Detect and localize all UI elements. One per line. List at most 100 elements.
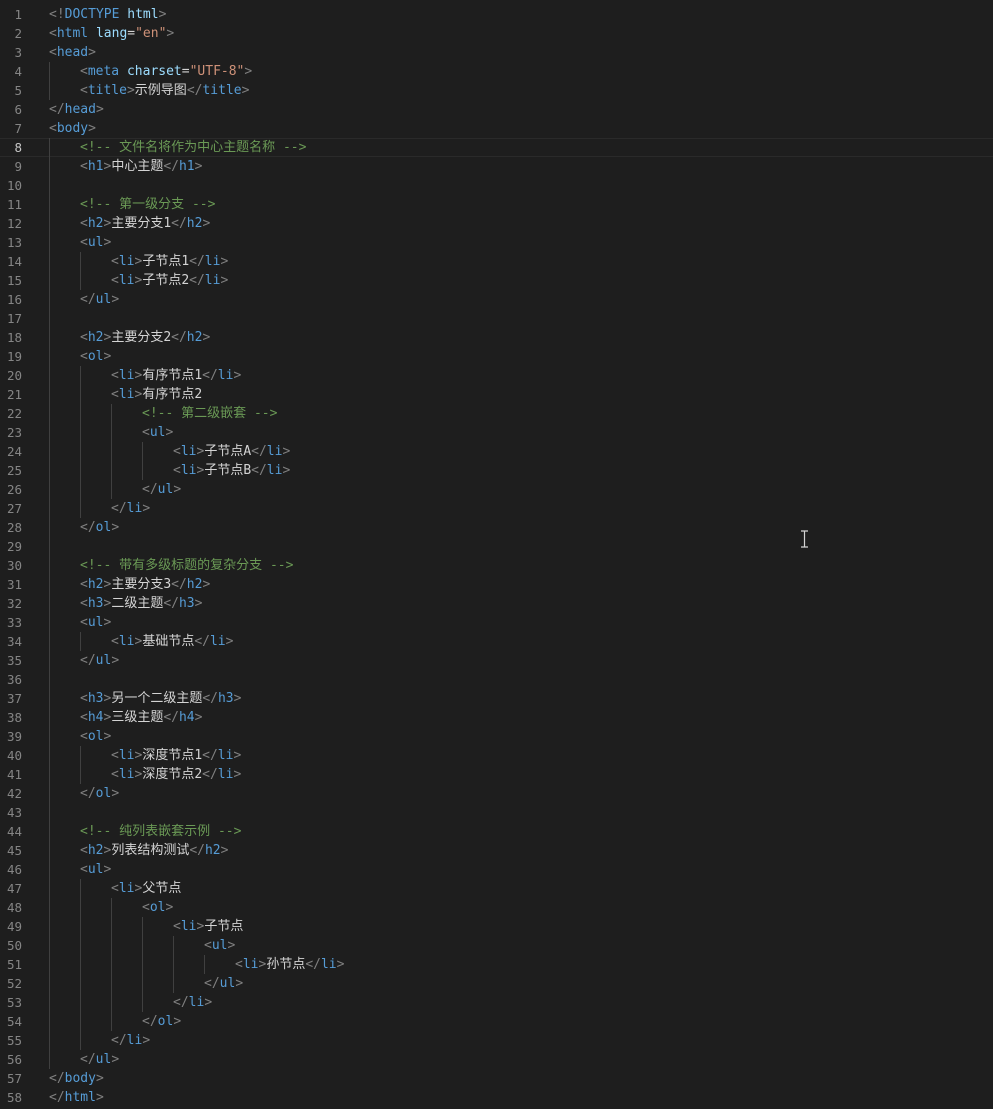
- line-code[interactable]: </ul>: [80, 1050, 119, 1069]
- line-code[interactable]: <li>子节点1</li>: [111, 252, 228, 271]
- line-code[interactable]: <h2>主要分支3</h2>: [80, 575, 210, 594]
- code-line[interactable]: 58 </html>: [0, 1088, 993, 1107]
- code-line[interactable]: 9 <h1>中心主题</h1>: [0, 157, 993, 176]
- line-code[interactable]: <h4>三级主题</h4>: [80, 708, 202, 727]
- line-code[interactable]: <h2>列表结构测试</h2>: [80, 841, 228, 860]
- code-line[interactable]: 23 <ul>: [0, 423, 993, 442]
- line-code[interactable]: </li>: [173, 993, 212, 1012]
- line-code[interactable]: <li>子节点A</li>: [173, 442, 290, 461]
- code-line[interactable]: 46 <ul>: [0, 860, 993, 879]
- line-code[interactable]: <body>: [49, 119, 96, 138]
- code-line[interactable]: 13 <ul>: [0, 233, 993, 252]
- line-code[interactable]: </ol>: [80, 784, 119, 803]
- code-line[interactable]: 4 <meta charset="UTF-8">: [0, 62, 993, 81]
- line-code[interactable]: <html lang="en">: [49, 24, 174, 43]
- line-code[interactable]: <h3>另一个二级主题</h3>: [80, 689, 241, 708]
- line-code[interactable]: <li>孙节点</li>: [235, 955, 344, 974]
- code-line[interactable]: 39 <ol>: [0, 727, 993, 746]
- code-line[interactable]: 57 </body>: [0, 1069, 993, 1088]
- code-line[interactable]: 50 <ul>: [0, 936, 993, 955]
- code-line[interactable]: 16 </ul>: [0, 290, 993, 309]
- line-code[interactable]: <!-- 纯列表嵌套示例 -->: [80, 822, 241, 841]
- code-line[interactable]: 41 <li>深度节点2</li>: [0, 765, 993, 784]
- code-line[interactable]: 5 <title>示例导图</title>: [0, 81, 993, 100]
- line-code[interactable]: </li>: [111, 499, 150, 518]
- code-line[interactable]: 3 <head>: [0, 43, 993, 62]
- line-code[interactable]: <li>有序节点1</li>: [111, 366, 241, 385]
- line-code[interactable]: <ul>: [142, 423, 173, 442]
- code-line[interactable]: 27 </li>: [0, 499, 993, 518]
- code-line[interactable]: 14 <li>子节点1</li>: [0, 252, 993, 271]
- code-line[interactable]: 7 <body>: [0, 119, 993, 138]
- code-line[interactable]: 43: [0, 803, 993, 822]
- code-line[interactable]: 17: [0, 309, 993, 328]
- code-line[interactable]: 22 <!-- 第二级嵌套 -->: [0, 404, 993, 423]
- line-code[interactable]: <!DOCTYPE html>: [49, 5, 166, 24]
- code-line[interactable]: 44 <!-- 纯列表嵌套示例 -->: [0, 822, 993, 841]
- code-line[interactable]: 21 <li>有序节点2: [0, 385, 993, 404]
- code-line[interactable]: 51 <li>孙节点</li>: [0, 955, 993, 974]
- line-code[interactable]: </ol>: [80, 518, 119, 537]
- line-code[interactable]: <li>子节点2</li>: [111, 271, 228, 290]
- line-code[interactable]: <ol>: [80, 347, 111, 366]
- code-line[interactable]: 40 <li>深度节点1</li>: [0, 746, 993, 765]
- code-line[interactable]: 8 <!-- 文件名将作为中心主题名称 -->: [0, 138, 993, 157]
- code-line[interactable]: 20 <li>有序节点1</li>: [0, 366, 993, 385]
- line-code[interactable]: <!-- 第二级嵌套 -->: [142, 404, 277, 423]
- code-line[interactable]: 18 <h2>主要分支2</h2>: [0, 328, 993, 347]
- line-code[interactable]: <ul>: [204, 936, 235, 955]
- line-code[interactable]: </ul>: [80, 290, 119, 309]
- line-code[interactable]: <ul>: [80, 860, 111, 879]
- line-code[interactable]: </body>: [49, 1069, 104, 1088]
- code-line[interactable]: 45 <h2>列表结构测试</h2>: [0, 841, 993, 860]
- code-line[interactable]: 25 <li>子节点B</li>: [0, 461, 993, 480]
- code-line[interactable]: 28 </ol>: [0, 518, 993, 537]
- code-line[interactable]: 24 <li>子节点A</li>: [0, 442, 993, 461]
- code-line[interactable]: 42 </ol>: [0, 784, 993, 803]
- line-code[interactable]: </ul>: [204, 974, 243, 993]
- code-line[interactable]: 12 <h2>主要分支1</h2>: [0, 214, 993, 233]
- code-line[interactable]: 10: [0, 176, 993, 195]
- code-line[interactable]: 1 <!DOCTYPE html>: [0, 5, 993, 24]
- code-line[interactable]: 31 <h2>主要分支3</h2>: [0, 575, 993, 594]
- line-code[interactable]: <li>父节点: [111, 879, 181, 898]
- code-line[interactable]: 36: [0, 670, 993, 689]
- line-code[interactable]: <!-- 第一级分支 -->: [80, 195, 215, 214]
- code-line[interactable]: 38 <h4>三级主题</h4>: [0, 708, 993, 727]
- line-code[interactable]: <h2>主要分支1</h2>: [80, 214, 210, 233]
- code-line[interactable]: 34 <li>基础节点</li>: [0, 632, 993, 651]
- code-line[interactable]: 26 </ul>: [0, 480, 993, 499]
- line-code[interactable]: <title>示例导图</title>: [80, 81, 249, 100]
- code-line[interactable]: 53 </li>: [0, 993, 993, 1012]
- line-code[interactable]: <ol>: [142, 898, 173, 917]
- line-code[interactable]: <ul>: [80, 233, 111, 252]
- code-line[interactable]: 15 <li>子节点2</li>: [0, 271, 993, 290]
- code-line[interactable]: 48 <ol>: [0, 898, 993, 917]
- line-code[interactable]: <h3>二级主题</h3>: [80, 594, 202, 613]
- code-line[interactable]: 32 <h3>二级主题</h3>: [0, 594, 993, 613]
- code-line[interactable]: 49 <li>子节点: [0, 917, 993, 936]
- line-code[interactable]: </head>: [49, 100, 104, 119]
- code-line[interactable]: 6 </head>: [0, 100, 993, 119]
- code-line[interactable]: 55 </li>: [0, 1031, 993, 1050]
- code-line[interactable]: 19 <ol>: [0, 347, 993, 366]
- line-code[interactable]: </ul>: [142, 480, 181, 499]
- line-code[interactable]: <li>深度节点2</li>: [111, 765, 241, 784]
- code-line[interactable]: 37 <h3>另一个二级主题</h3>: [0, 689, 993, 708]
- line-code[interactable]: <li>深度节点1</li>: [111, 746, 241, 765]
- line-code[interactable]: </ol>: [142, 1012, 181, 1031]
- line-code[interactable]: </li>: [111, 1031, 150, 1050]
- line-code[interactable]: <li>子节点: [173, 917, 243, 936]
- line-code[interactable]: <meta charset="UTF-8">: [80, 62, 252, 81]
- line-code[interactable]: </html>: [49, 1088, 104, 1107]
- code-lines[interactable]: 1 <!DOCTYPE html> 2 <html lang="en"> 3 <head>…: [0, 5, 993, 1107]
- line-code[interactable]: <ol>: [80, 727, 111, 746]
- code-line[interactable]: 54 </ol>: [0, 1012, 993, 1031]
- code-line[interactable]: 33 <ul>: [0, 613, 993, 632]
- line-code[interactable]: <li>子节点B</li>: [173, 461, 290, 480]
- code-line[interactable]: 11 <!-- 第一级分支 -->: [0, 195, 993, 214]
- line-code[interactable]: <li>有序节点2: [111, 385, 202, 404]
- code-line[interactable]: 30 <!-- 带有多级标题的复杂分支 -->: [0, 556, 993, 575]
- code-line[interactable]: 2 <html lang="en">: [0, 24, 993, 43]
- line-code[interactable]: <!-- 文件名将作为中心主题名称 -->: [80, 138, 306, 157]
